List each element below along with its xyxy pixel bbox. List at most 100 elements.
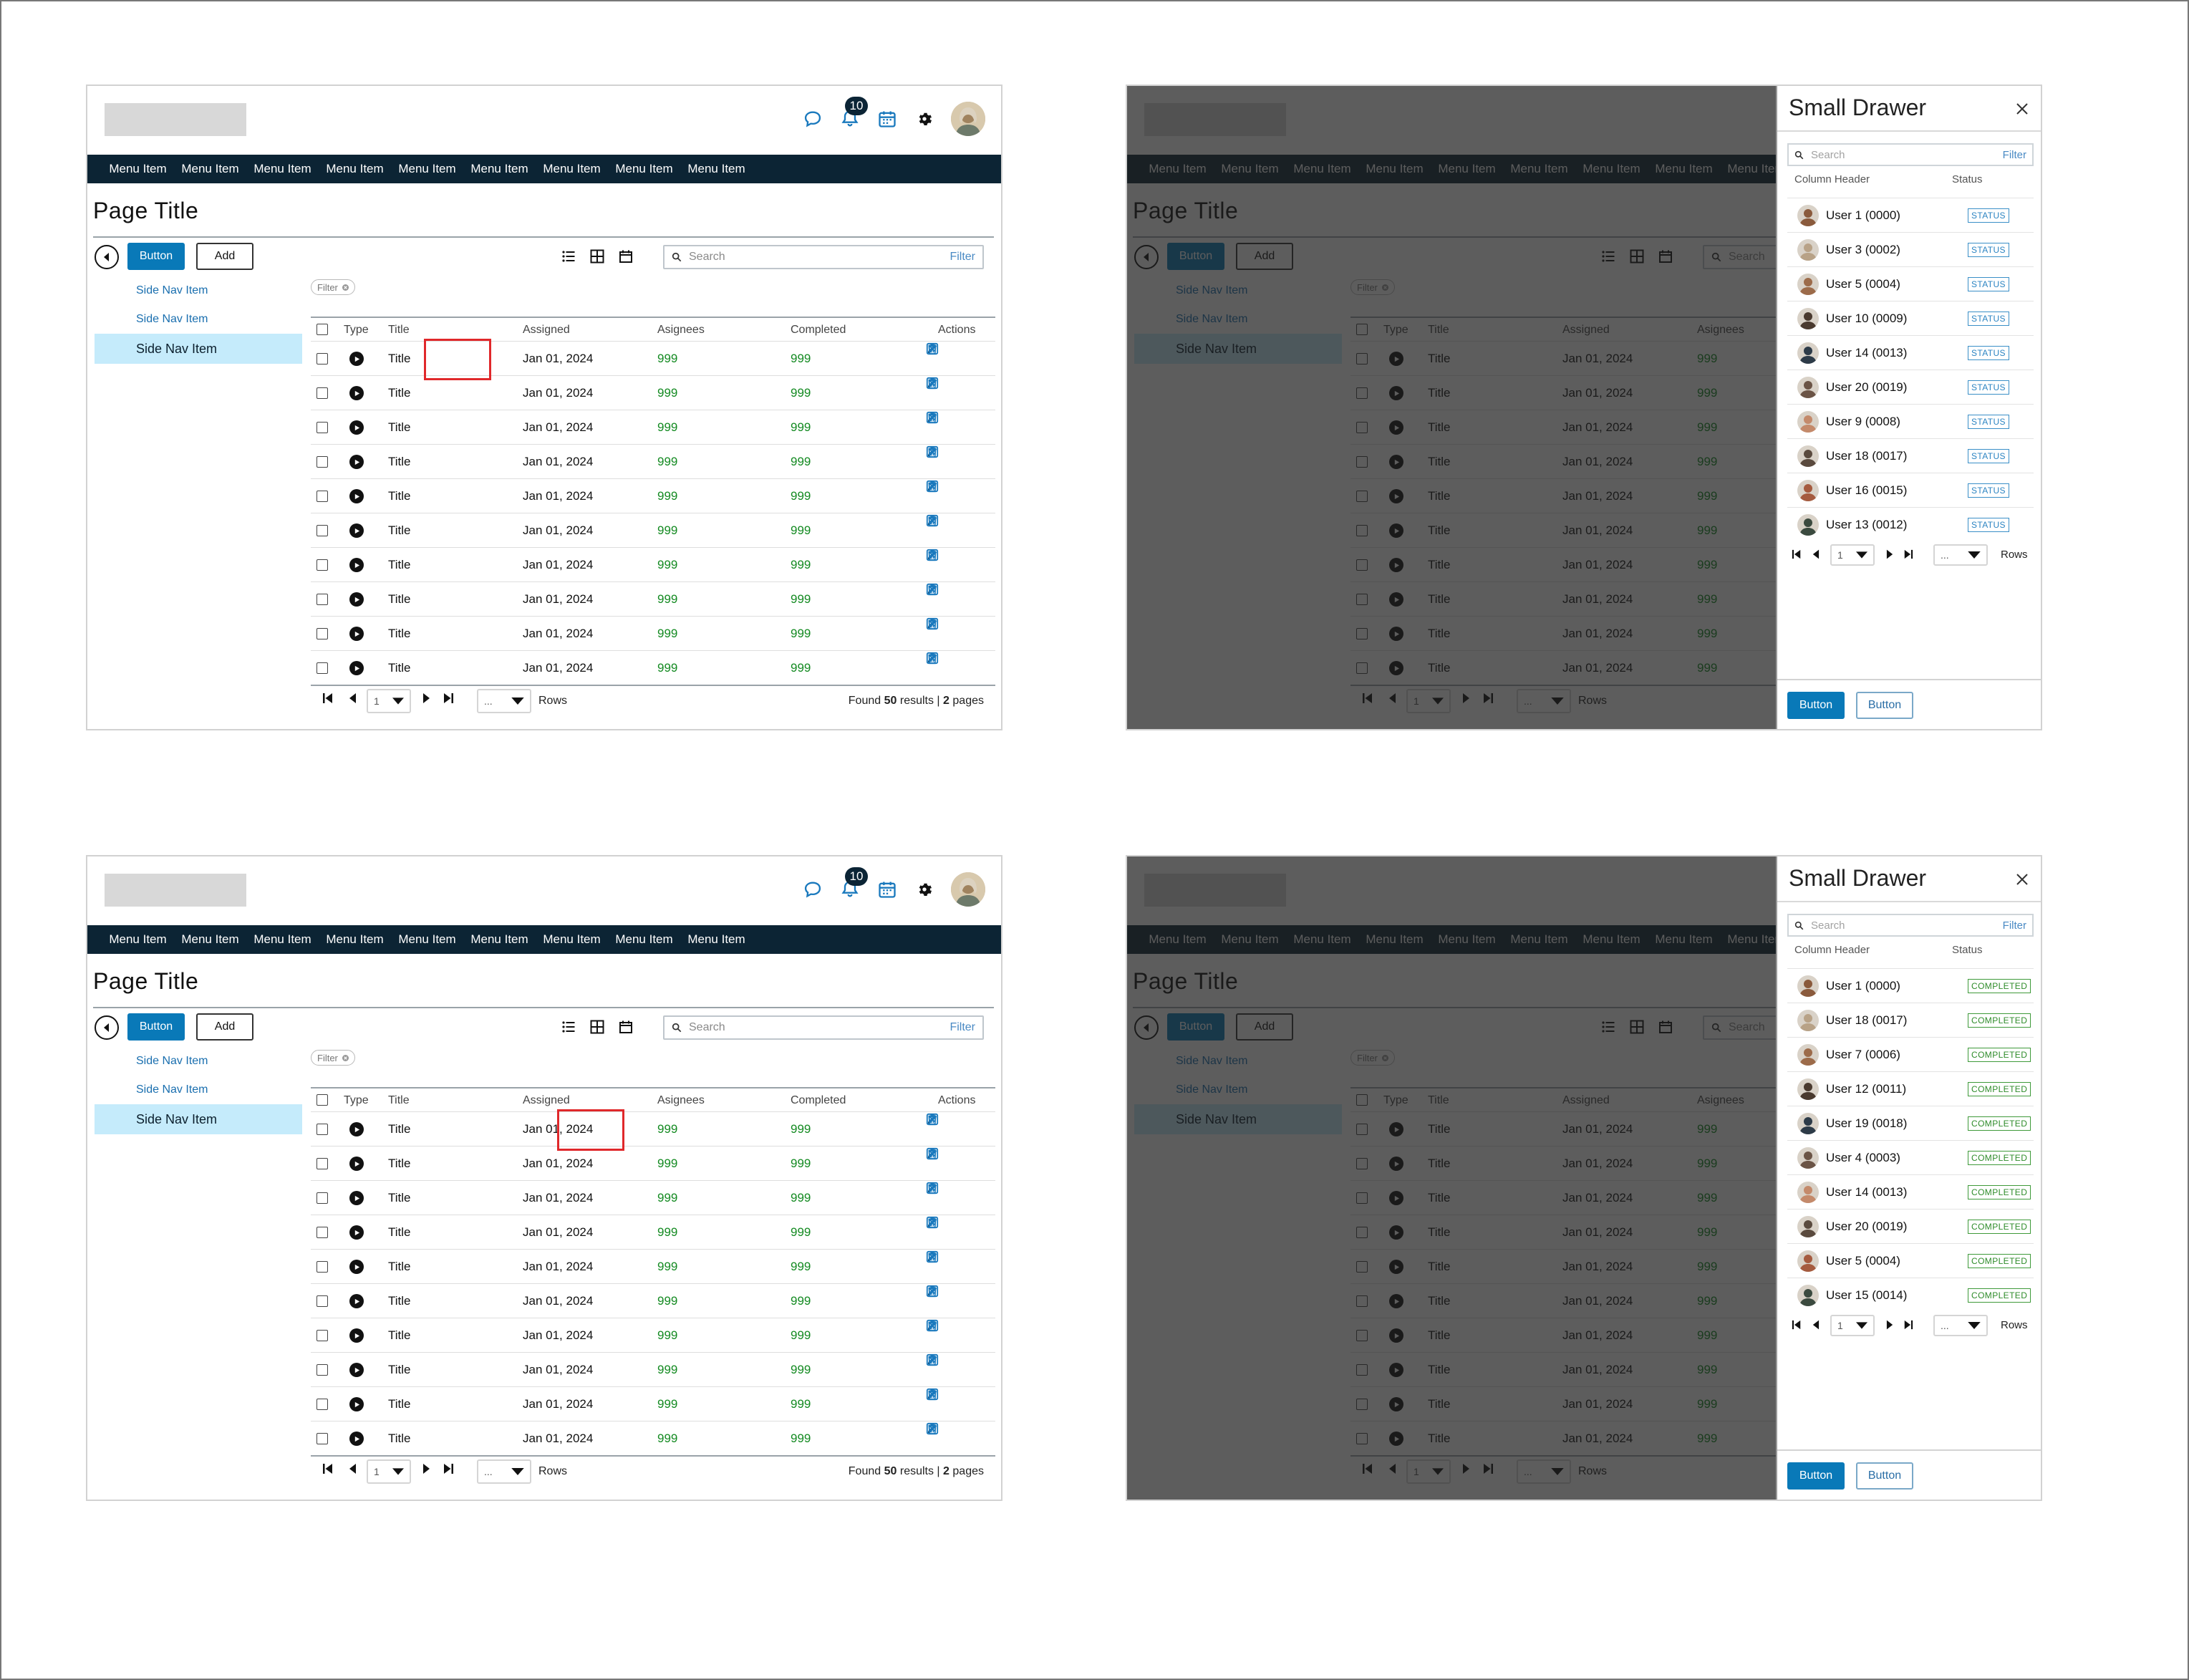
drawer-user-row[interactable]: User 20 (0019) STATUS (1787, 370, 2034, 404)
first-page-icon[interactable] (322, 692, 334, 705)
drawer-user-row[interactable]: User 1 (0000) STATUS (1787, 198, 2034, 232)
row-checkbox[interactable] (316, 1158, 328, 1169)
drawer-user-row[interactable]: User 20 (0019) COMPLETED (1787, 1209, 2034, 1243)
table-row[interactable]: TitleJan 01, 2024999999 (311, 1111, 995, 1146)
first-page-icon[interactable] (1792, 549, 1802, 563)
drawer-user-row[interactable]: User 7 (0006) COMPLETED (1787, 1037, 2034, 1071)
row-title[interactable]: Title (388, 1421, 411, 1456)
row-checkbox[interactable] (316, 559, 328, 571)
row-title[interactable]: Title (388, 1353, 411, 1387)
nav-menu-item[interactable]: Menu Item (391, 932, 463, 947)
nav-menu-item[interactable]: Menu Item (102, 932, 174, 947)
table-row[interactable]: TitleJan 01, 2024999999 (311, 650, 995, 685)
row-title[interactable]: Title (388, 582, 411, 617)
nav-menu-item[interactable]: Menu Item (246, 932, 319, 947)
last-page-icon[interactable] (443, 692, 454, 705)
prev-page-icon[interactable] (348, 692, 357, 705)
filter-chip[interactable]: Filter (311, 1050, 355, 1066)
page-select[interactable]: 1 (367, 689, 411, 713)
drawer-user-row[interactable]: User 19 (0018) COMPLETED (1787, 1106, 2034, 1140)
row-checkbox[interactable] (316, 422, 328, 433)
nav-menu-item[interactable]: Menu Item (246, 162, 319, 176)
row-checkbox[interactable] (316, 491, 328, 502)
nav-menu-item[interactable]: Menu Item (319, 932, 391, 947)
row-checkbox[interactable] (316, 1330, 328, 1341)
primary-button[interactable]: Button (127, 1013, 185, 1041)
trash-icon[interactable] (925, 445, 939, 459)
table-row[interactable]: TitleJan 01, 2024999999 (311, 581, 995, 616)
row-title[interactable]: Title (388, 1146, 411, 1181)
last-page-icon[interactable] (1903, 549, 1913, 563)
table-row[interactable]: TitleJan 01, 2024999999 (311, 444, 995, 478)
grid-view-icon[interactable] (589, 1018, 606, 1035)
play-icon[interactable] (349, 1432, 364, 1446)
trash-icon[interactable] (925, 1318, 939, 1333)
table-row[interactable]: TitleJan 01, 2024999999 (311, 1180, 995, 1215)
table-row[interactable]: TitleJan 01, 2024999999 (311, 1386, 995, 1421)
trash-icon[interactable] (925, 342, 939, 356)
filter-link[interactable]: Filter (949, 1021, 975, 1034)
row-title[interactable]: Title (388, 445, 411, 479)
drawer-user-row[interactable]: User 9 (0008) STATUS (1787, 404, 2034, 438)
nav-menu-item[interactable]: Menu Item (174, 932, 246, 947)
back-button[interactable] (95, 245, 119, 269)
prev-page-icon[interactable] (1812, 1319, 1820, 1333)
last-page-icon[interactable] (443, 1462, 454, 1475)
first-page-icon[interactable] (322, 1462, 334, 1475)
next-page-icon[interactable] (422, 692, 431, 705)
page-select[interactable]: 1 (1830, 1315, 1875, 1336)
add-button[interactable]: Add (196, 243, 253, 270)
play-icon[interactable] (349, 1328, 364, 1343)
rows-select[interactable]: ... (1933, 1315, 1988, 1336)
nav-menu-item[interactable]: Menu Item (391, 162, 463, 176)
drawer-user-row[interactable]: User 18 (0017) STATUS (1787, 438, 2034, 473)
trash-icon[interactable] (925, 1353, 939, 1367)
bell-icon[interactable]: 10 (839, 97, 868, 130)
play-icon[interactable] (349, 592, 364, 607)
play-icon[interactable] (349, 386, 364, 400)
nav-menu-item[interactable]: Menu Item (463, 932, 536, 947)
rows-select[interactable]: ... (1933, 544, 1988, 566)
nav-menu-item[interactable]: Menu Item (102, 162, 174, 176)
row-title[interactable]: Title (388, 1318, 411, 1353)
nav-menu-item[interactable]: Menu Item (174, 162, 246, 176)
drawer-user-row[interactable]: User 1 (0000) COMPLETED (1787, 968, 2034, 1003)
select-all-checkbox[interactable] (316, 1094, 328, 1106)
row-title[interactable]: Title (388, 376, 411, 410)
drawer-user-row[interactable]: User 12 (0011) COMPLETED (1787, 1071, 2034, 1106)
user-avatar[interactable] (951, 872, 985, 907)
table-row[interactable]: TitleJan 01, 2024999999 (311, 1352, 995, 1386)
nav-menu-item[interactable]: Menu Item (463, 162, 536, 176)
side-nav-item[interactable]: Side Nav Item (95, 334, 302, 364)
play-icon[interactable] (349, 1122, 364, 1136)
table-row[interactable]: TitleJan 01, 2024999999 (311, 1146, 995, 1180)
trash-icon[interactable] (925, 1284, 939, 1298)
nav-menu-item[interactable]: Menu Item (319, 162, 391, 176)
table-row[interactable]: TitleJan 01, 2024999999 (311, 1318, 995, 1352)
prev-page-icon[interactable] (1812, 549, 1820, 563)
next-page-icon[interactable] (1886, 549, 1894, 563)
row-title[interactable]: Title (388, 342, 411, 376)
row-title[interactable]: Title (388, 1215, 411, 1250)
next-page-icon[interactable] (1886, 1319, 1894, 1333)
calendar-icon[interactable] (876, 879, 898, 900)
grid-view-icon[interactable] (589, 248, 606, 265)
calendar-view-icon[interactable] (617, 1018, 634, 1035)
drawer-user-row[interactable]: User 4 (0003) COMPLETED (1787, 1140, 2034, 1174)
filter-link[interactable]: Filter (949, 251, 975, 264)
table-row[interactable]: TitleJan 01, 2024999999 (311, 341, 995, 375)
side-nav-item[interactable]: Side Nav Item (95, 305, 302, 334)
drawer-primary-button[interactable]: Button (1787, 1462, 1845, 1490)
drawer-user-row[interactable]: User 14 (0013) STATUS (1787, 335, 2034, 370)
table-row[interactable]: TitleJan 01, 2024999999 (311, 478, 995, 513)
drawer-user-row[interactable]: User 18 (0017) COMPLETED (1787, 1003, 2034, 1037)
close-icon[interactable] (2015, 872, 2031, 888)
play-icon[interactable] (349, 352, 364, 366)
nav-menu-item[interactable]: Menu Item (680, 932, 753, 947)
list-view-icon[interactable] (560, 1018, 577, 1035)
table-row[interactable]: TitleJan 01, 2024999999 (311, 547, 995, 581)
trash-icon[interactable] (925, 582, 939, 597)
row-title[interactable]: Title (388, 1181, 411, 1215)
row-checkbox[interactable] (316, 1227, 328, 1238)
user-avatar[interactable] (951, 102, 985, 136)
